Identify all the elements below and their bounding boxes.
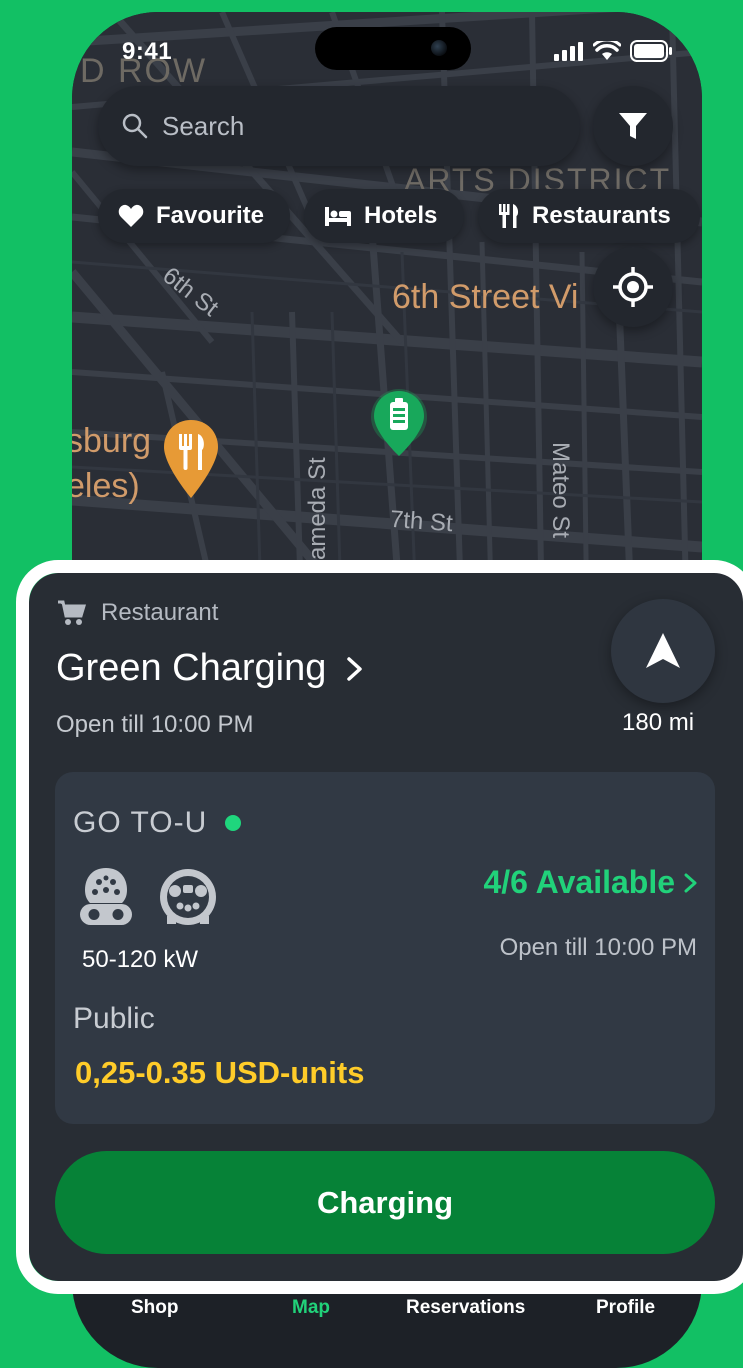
filter-icon (619, 113, 647, 139)
chip-favourite[interactable]: Favourite (98, 189, 290, 243)
operator-row: GO TO-U (73, 806, 242, 840)
power-range: 50-120 kW (82, 946, 199, 973)
search-icon (122, 113, 148, 139)
tab-shop[interactable]: Shop (131, 1297, 179, 1319)
availability-link[interactable]: 4/6 Available (483, 864, 699, 901)
heart-icon (118, 204, 144, 227)
category-row: Restaurant (57, 599, 218, 627)
navigation-arrow-icon (646, 633, 680, 668)
place-category: Restaurant (101, 599, 219, 626)
charging-button[interactable]: Charging (55, 1151, 715, 1254)
place-card: Restaurant Green Charging Open till 10:0… (29, 573, 743, 1281)
chip-hotels[interactable]: Hotels (304, 189, 464, 243)
place-hours: Open till 10:00 PM (56, 711, 254, 738)
map-label-eles: eles) (72, 467, 140, 505)
chip-label: Favourite (156, 202, 265, 229)
charging-station-pin-icon[interactable] (370, 388, 428, 460)
restaurant-pin-icon[interactable] (162, 418, 220, 500)
chademo-connector-icon (160, 869, 216, 925)
chip-label: Hotels (364, 202, 438, 229)
status-time: 9:41 (122, 38, 173, 65)
station-hours: Open till 10:00 PM (499, 934, 697, 961)
map-label-mateo-st: Mateo St (547, 442, 574, 539)
battery-icon (630, 40, 672, 62)
access-type: Public (73, 1002, 155, 1035)
map-label-alameda-st: ameda St (304, 457, 331, 560)
search-input[interactable]: Search (162, 111, 244, 142)
locate-me-button[interactable] (593, 247, 673, 327)
place-title-link[interactable]: Green Charging (56, 647, 366, 690)
tab-profile[interactable]: Profile (596, 1297, 655, 1319)
station-info[interactable]: GO TO-U 50-120 kW 4/6 Available Open til… (55, 772, 715, 1124)
signal-icon (554, 42, 583, 61)
crosshair-icon (613, 267, 653, 307)
operator-name: GO TO-U (73, 806, 208, 839)
ccs-connector-icon (80, 868, 132, 925)
chip-label: Restaurants (532, 202, 671, 229)
map-label-burg: sburg (72, 422, 152, 460)
wifi-icon (593, 41, 621, 60)
chevron-right-icon (684, 873, 697, 892)
chip-restaurants[interactable]: Restaurants (478, 189, 700, 243)
fork-knife-icon (499, 204, 519, 228)
dynamic-island (315, 27, 471, 70)
tab-map[interactable]: Map (292, 1297, 330, 1319)
chevron-right-icon (347, 656, 363, 681)
map-label-7th-st: 7th St (389, 505, 454, 538)
status-icons (554, 40, 672, 62)
availability-count: 4/6 Available (483, 864, 675, 900)
price-range: 0,25-0.35 USD-units (75, 1055, 365, 1090)
online-status-dot (225, 815, 242, 831)
tab-reservations[interactable]: Reservations (406, 1297, 525, 1319)
cart-icon (58, 600, 87, 625)
place-name: Green Charging (56, 647, 327, 689)
navigate-button[interactable] (611, 599, 715, 703)
place-distance: 180 mi (622, 709, 695, 736)
bed-icon (325, 207, 351, 226)
filter-button[interactable] (593, 86, 673, 166)
search-bar[interactable]: Search (98, 86, 580, 166)
